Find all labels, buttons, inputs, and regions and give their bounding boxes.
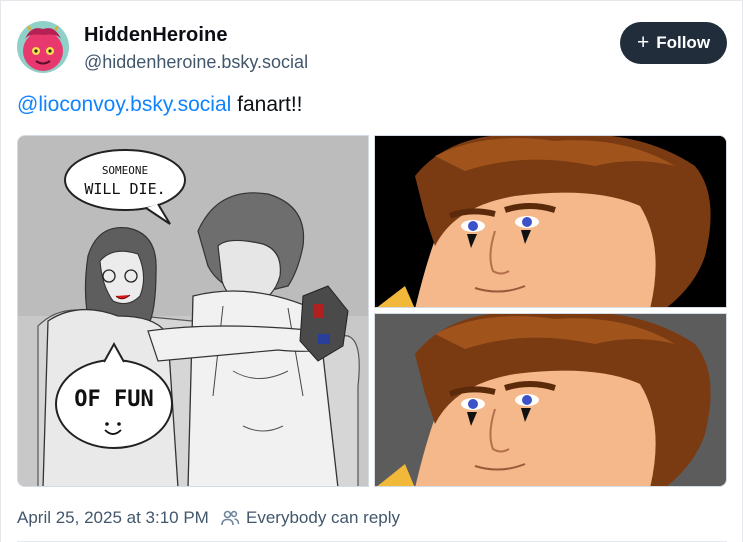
image-gallery: SOMEONE WILL DIE. OF FUN — [17, 135, 727, 487]
speech-bubble-bottom-text: OF FUN — [74, 387, 153, 412]
frame-border-top — [0, 0, 743, 1]
author-handle[interactable]: @hiddenheroine.bsky.social — [84, 52, 308, 73]
people-icon — [220, 508, 240, 528]
follow-button[interactable]: + Follow — [620, 22, 727, 64]
plus-icon: + — [636, 30, 650, 54]
frame-border-left — [0, 0, 1, 542]
post-image-portrait-2[interactable] — [374, 313, 727, 487]
avatar[interactable] — [17, 21, 69, 73]
post-text: @lioconvoy.bsky.social fanart!! — [17, 93, 303, 117]
reply-setting: Everybody can reply — [246, 508, 401, 527]
follow-button-label: Follow — [656, 33, 711, 52]
post-image-portrait-1[interactable] — [374, 135, 727, 308]
post-image-sketch[interactable]: SOMEONE WILL DIE. OF FUN — [17, 135, 369, 487]
mention-link[interactable]: @lioconvoy.bsky.social — [17, 93, 231, 116]
speech-bubble-top-line1: SOMEONE — [102, 164, 148, 177]
speech-bubble-top-line2: WILL DIE. — [84, 180, 165, 198]
post-timestamp[interactable]: April 25, 2025 at 3:10 PM — [17, 508, 209, 528]
post-body-text: fanart!! — [231, 93, 303, 116]
author-display-name[interactable]: HiddenHeroine — [84, 24, 228, 47]
